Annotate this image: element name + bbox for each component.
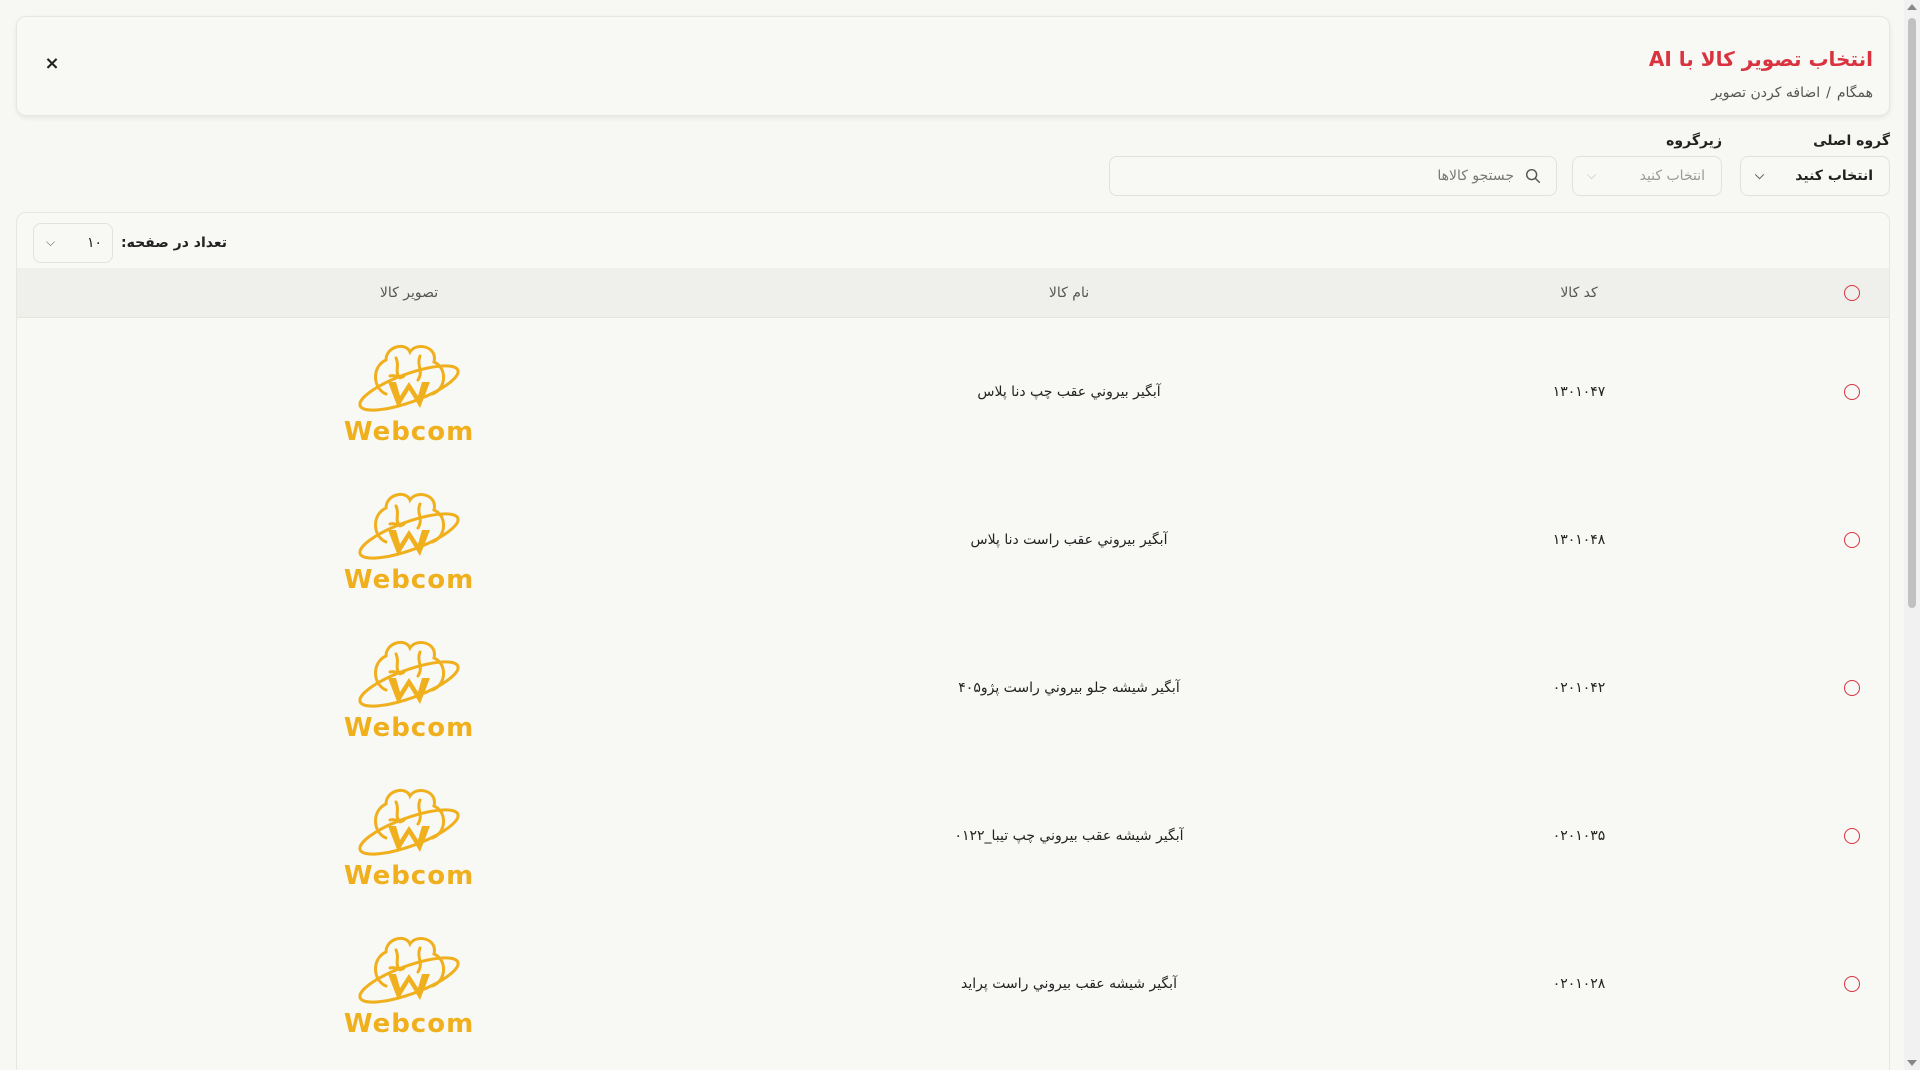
product-name: آبگیر شیشه عقب بيروني چپ تیبا_۰۱۲۲: [954, 828, 1184, 844]
logo-wordmark: Webcom: [344, 713, 474, 743]
webcom-logo-image: Webcom: [344, 936, 474, 1039]
page-scrollbar[interactable]: [1904, 0, 1920, 1070]
column-header-code: کد کالا: [1560, 285, 1598, 301]
subgroup-placeholder: انتخاب کنید: [1639, 168, 1705, 184]
webcom-logo-image: Webcom: [344, 492, 474, 595]
product-code: ۰۲۰۱۰۴۲: [1552, 680, 1606, 696]
subgroup-label: زیرگروه: [1666, 133, 1722, 149]
close-icon: ×: [44, 52, 60, 74]
scroll-thumb[interactable]: [1908, 18, 1916, 608]
table-row[interactable]: ۱۳۰۱۰۴۸ آبگیر بيروني عقب راست دنا پلاس Web…: [17, 466, 1889, 614]
product-code: ۱۳۰۱۰۴۷: [1552, 384, 1606, 400]
breadcrumb: همگام / اضافه کردن تصویر: [1711, 85, 1873, 101]
product-image-cell[interactable]: Webcom: [279, 318, 539, 466]
page-size-value: ۱۰: [86, 235, 102, 251]
subgroup-select[interactable]: انتخاب کنید ⌵: [1572, 156, 1722, 196]
page-size-label: تعداد در صفحه:: [121, 235, 228, 251]
scroll-down-arrow-icon[interactable]: [1907, 1060, 1917, 1066]
product-name: آبگیر شیشه جلو بيروني راست پژو۴۰۵: [958, 680, 1180, 696]
row-select-radio[interactable]: [1844, 384, 1860, 400]
row-select-radio[interactable]: [1844, 680, 1860, 696]
main-group-select[interactable]: انتخاب کنید ⌵: [1740, 156, 1890, 196]
chevron-down-icon: ⌵: [46, 235, 56, 249]
main-group-value: انتخاب کنید: [1795, 168, 1873, 184]
product-name: آبگیر شیشه عقب بيروني راست پراید: [961, 976, 1177, 992]
product-image-cell[interactable]: Webcom: [279, 466, 539, 614]
breadcrumb-separator: /: [1826, 85, 1831, 101]
row-select-cell: [1827, 466, 1877, 614]
page: انتخاب تصویر کالا با AI همگام / اضافه کر…: [0, 0, 1920, 1070]
page-title: انتخاب تصویر کالا با AI: [1648, 47, 1873, 71]
row-select-radio[interactable]: [1844, 532, 1860, 548]
page-size-select[interactable]: ۱۰ ⌵: [33, 223, 113, 263]
search-input[interactable]: [1136, 167, 1516, 185]
table-row[interactable]: ۰۲۰۱۰۴۲ آبگیر شیشه جلو بيروني راست پژو۴۰۵…: [17, 614, 1889, 762]
table-row[interactable]: ۰۲۰۱۰۲۸ آبگیر شیشه عقب بيروني راست پراید W…: [17, 910, 1889, 1058]
product-name: آبگیر بيروني عقب چپ دنا پلاس: [977, 384, 1161, 400]
logo-wordmark: Webcom: [344, 565, 474, 595]
row-select-radio[interactable]: [1844, 828, 1860, 844]
main-group-label: گروه اصلی: [1813, 133, 1890, 149]
logo-wordmark: Webcom: [344, 1009, 474, 1039]
search-box[interactable]: [1109, 156, 1557, 196]
product-image-cell[interactable]: Webcom: [279, 762, 539, 910]
table-row[interactable]: ۱۳۰۱۰۴۷ آبگیر بيروني عقب چپ دنا پلاس Webco…: [17, 318, 1889, 466]
column-header-image: تصویر کالا: [379, 285, 439, 301]
chevron-down-icon: ⌵: [1755, 168, 1765, 182]
logo-wordmark: Webcom: [344, 417, 474, 447]
scroll-up-arrow-icon[interactable]: [1907, 4, 1917, 10]
page-size-control: تعداد در صفحه: ۱۰ ⌵: [33, 223, 227, 263]
product-image-cell[interactable]: Webcom: [279, 614, 539, 762]
chevron-down-icon: ⌵: [1587, 168, 1597, 182]
row-select-cell: [1827, 910, 1877, 1058]
select-all-radio[interactable]: [1844, 285, 1860, 301]
product-code: ۰۲۰۱۰۳۵: [1552, 828, 1606, 844]
webcom-logo-image: Webcom: [344, 640, 474, 743]
webcom-logo-image: Webcom: [344, 788, 474, 891]
row-select-cell: [1827, 318, 1877, 466]
product-image-cell[interactable]: Webcom: [279, 910, 539, 1058]
webcom-logo-image: Webcom: [344, 344, 474, 447]
breadcrumb-item-current: اضافه کردن تصویر: [1711, 85, 1821, 101]
dialog-header: انتخاب تصویر کالا با AI همگام / اضافه کر…: [16, 16, 1890, 116]
row-select-radio[interactable]: [1844, 976, 1860, 992]
logo-wordmark: Webcom: [344, 861, 474, 891]
table-row[interactable]: ۰۲۰۱۰۳۵ آبگیر شیشه عقب بيروني چپ تیبا_۰۱۲…: [17, 762, 1889, 910]
product-code: ۰۲۰۱۰۲۸: [1552, 976, 1606, 992]
breadcrumb-item-home[interactable]: همگام: [1837, 85, 1873, 101]
column-header-name: نام کالا: [1048, 285, 1090, 301]
product-name: آبگیر بيروني عقب راست دنا پلاس: [970, 532, 1168, 548]
row-select-cell: [1827, 762, 1877, 910]
table-header: کد کالا نام کالا تصویر کالا: [17, 268, 1889, 318]
product-code: ۱۳۰۱۰۴۸: [1552, 532, 1606, 548]
close-button[interactable]: ×: [41, 52, 63, 74]
row-select-cell: [1827, 614, 1877, 762]
select-all-cell: [1827, 268, 1877, 318]
search-icon: [1525, 168, 1541, 184]
products-table-card: تعداد در صفحه: ۱۰ ⌵ کد کالا نام کالا تصو…: [16, 212, 1890, 1070]
